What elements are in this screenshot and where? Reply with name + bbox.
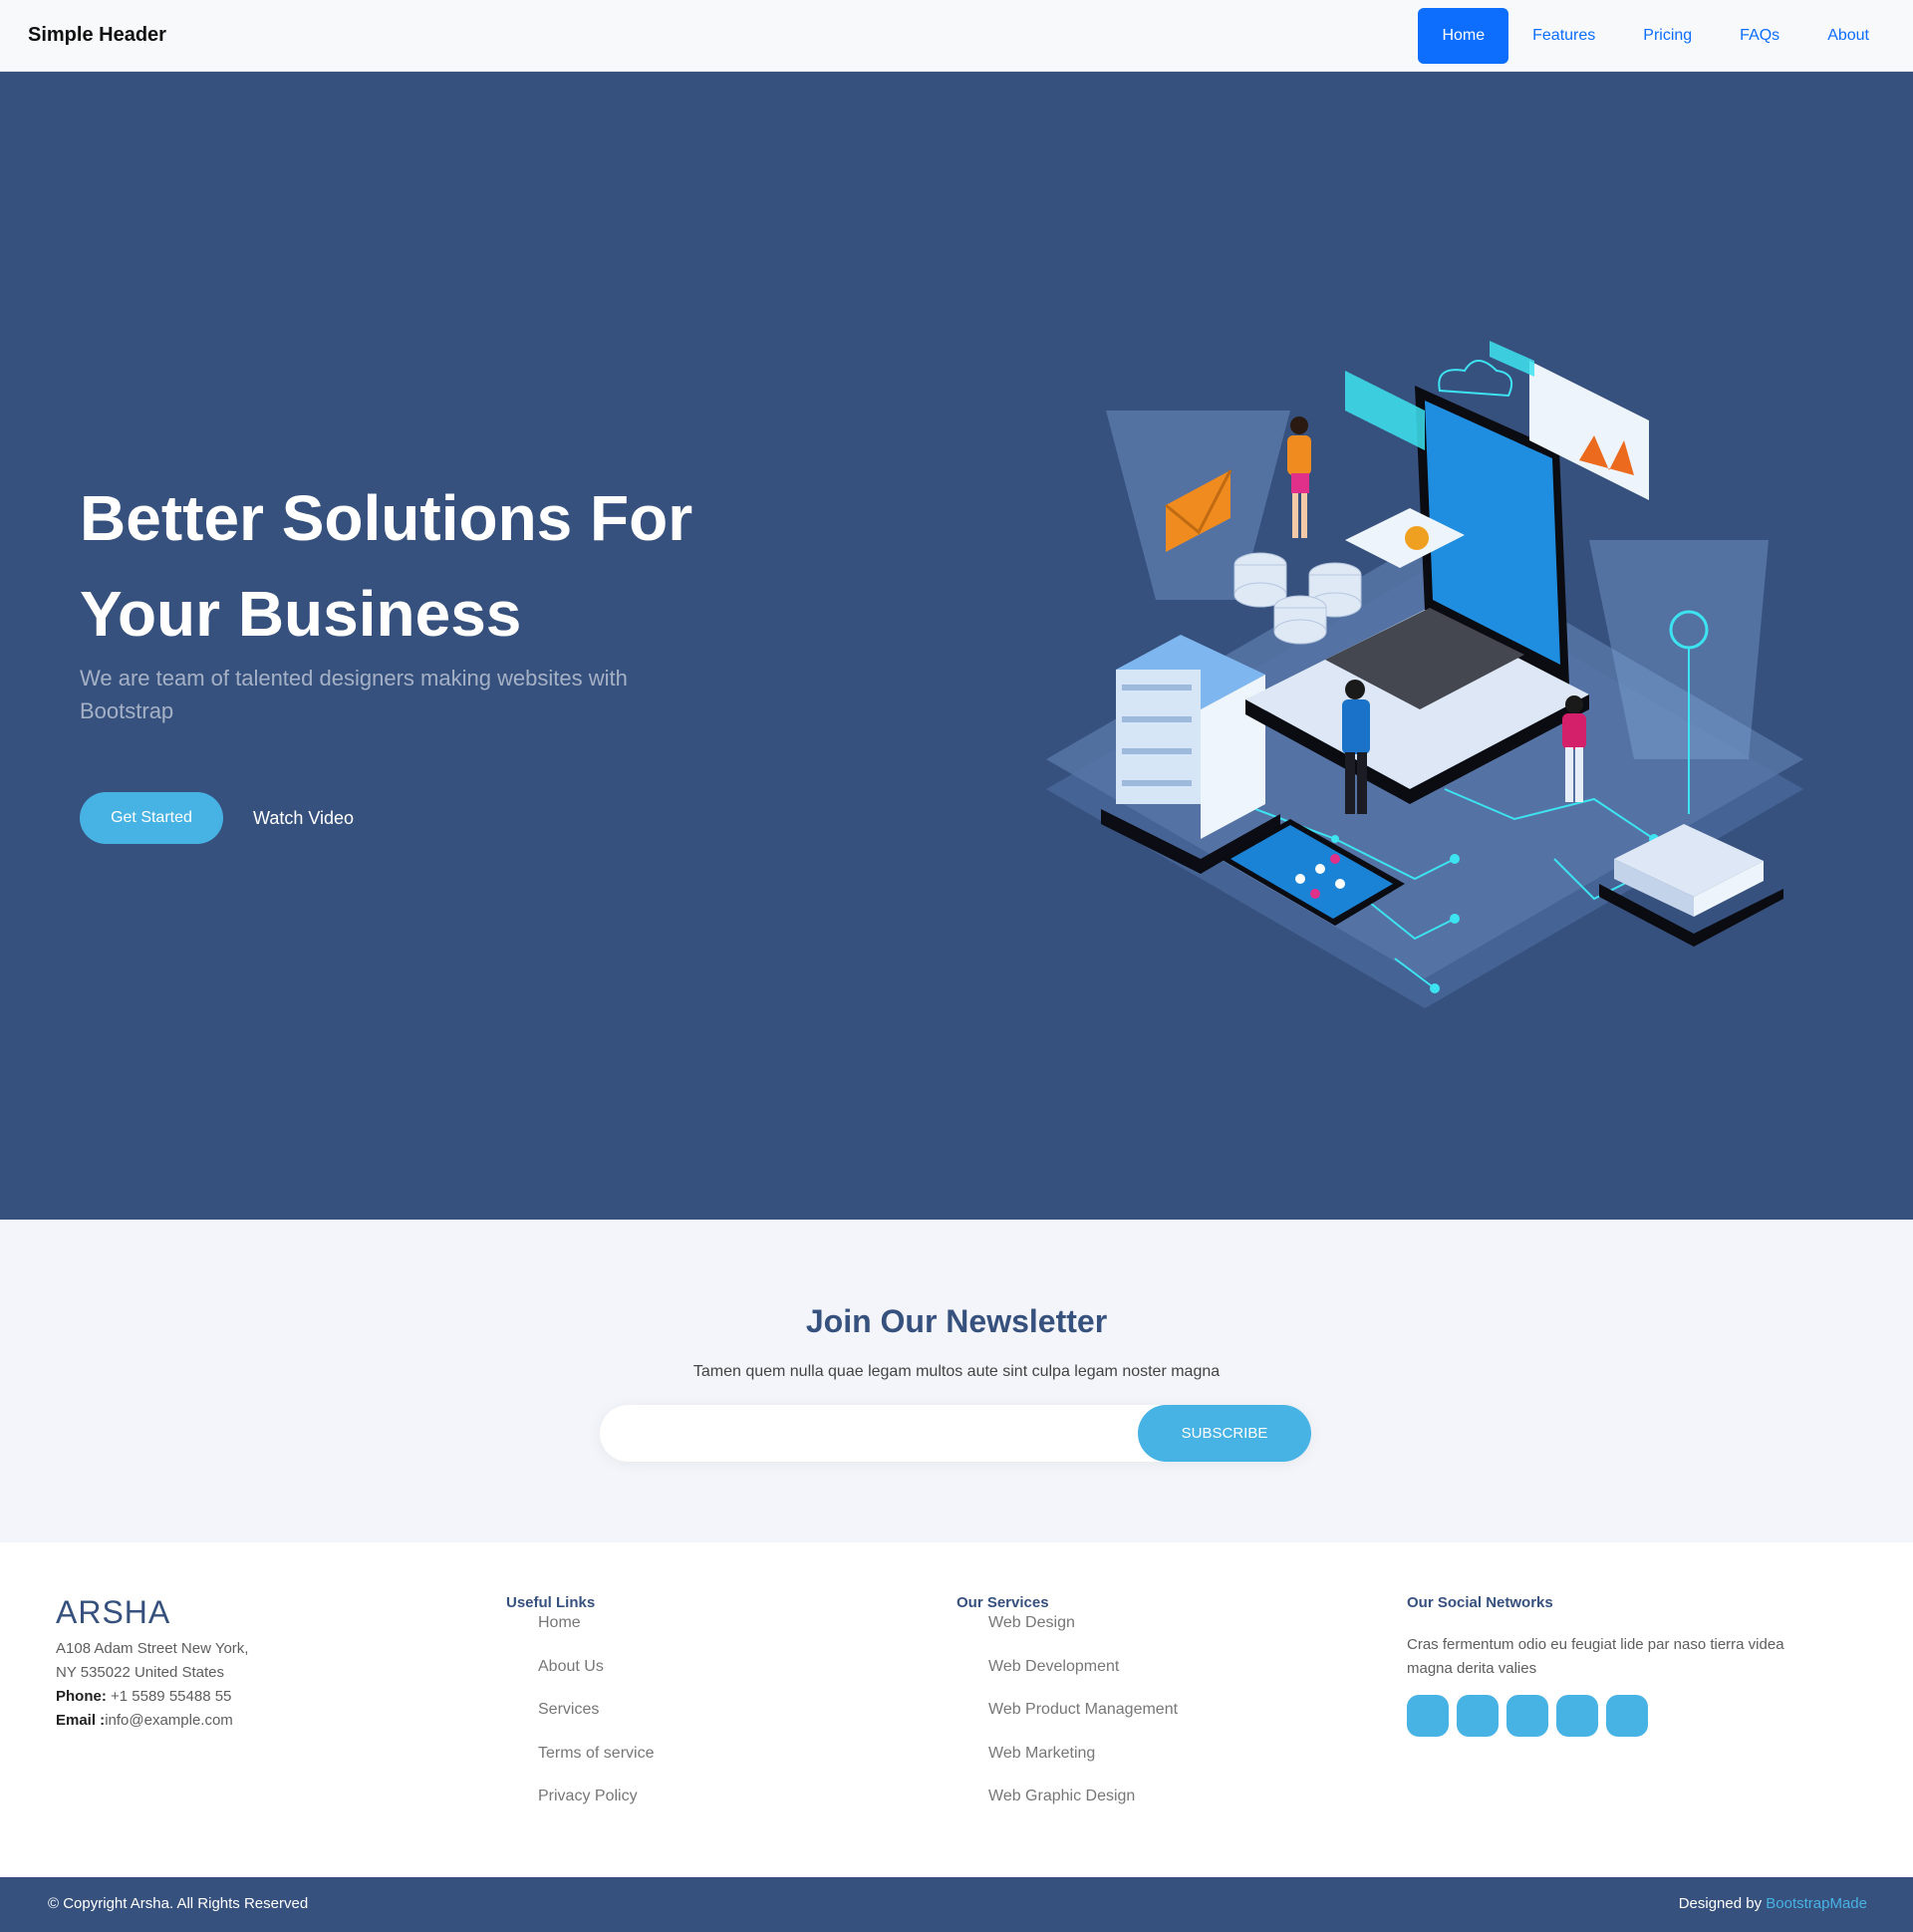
footer-useful-links: Useful Links Home About Us Services Term… (506, 1594, 654, 1828)
credits-link[interactable]: BootstrapMade (1766, 1895, 1867, 1912)
email-value: info@example.com (105, 1712, 233, 1729)
newsletter-section: Join Our Newsletter Tamen quem nulla qua… (0, 1220, 1913, 1542)
email-label: Email : (56, 1712, 106, 1729)
email-row: Email :info@example.com (56, 1709, 248, 1733)
phone-label: Phone: (56, 1688, 107, 1705)
newsletter-email-input[interactable] (624, 1419, 1122, 1449)
hero-illustration (1046, 341, 1803, 1008)
address-line-1: A108 Adam Street New York, (56, 1640, 249, 1657)
nav-pricing[interactable]: Pricing (1619, 8, 1716, 64)
nav-features[interactable]: Features (1508, 8, 1619, 64)
footer-link-services[interactable]: Services (538, 1698, 654, 1742)
phone-row: Phone: +1 5589 55488 55 (56, 1685, 248, 1709)
footer-services: Our Services Web Design Web Development … (956, 1594, 1178, 1828)
service-web-design[interactable]: Web Design (988, 1611, 1178, 1655)
nav-home[interactable]: Home (1418, 8, 1509, 64)
footer-link-terms[interactable]: Terms of service (538, 1742, 654, 1786)
watch-video-link[interactable]: Watch Video (253, 792, 354, 844)
footer-link-home[interactable]: Home (538, 1611, 654, 1655)
address-line-2: NY 535022 United States (56, 1664, 225, 1681)
services-title: Our Services (956, 1594, 1049, 1611)
social-icon-2[interactable] (1457, 1695, 1499, 1737)
copyright-text: © Copyright Arsha. All Rights Reserved (48, 1895, 309, 1912)
social-text: Cras fermentum odio eu feugiat lide par … (1407, 1636, 1784, 1677)
hero-title: Better Solutions For Your Business (80, 482, 693, 650)
subscribe-button[interactable]: SUBSCRIBE (1138, 1405, 1311, 1462)
footer-logo[interactable]: ARSHA (56, 1594, 248, 1631)
get-started-button[interactable]: Get Started (80, 792, 223, 844)
hero-section: Better Solutions For Your Business We ar… (0, 72, 1913, 1220)
newsletter-text: Tamen quem nulla quae legam multos aute … (692, 1363, 1221, 1380)
phone-value: +1 5589 55488 55 (111, 1688, 232, 1705)
copyright-bar: © Copyright Arsha. All Rights Reserved D… (0, 1877, 1913, 1932)
social-title: Our Social Networks (1407, 1594, 1553, 1611)
newsletter-title: Join Our Newsletter (805, 1303, 1108, 1339)
brand-title[interactable]: Simple Header (28, 24, 166, 47)
service-product-management[interactable]: Web Product Management (988, 1698, 1178, 1742)
nav-menu: Home Features Pricing FAQs About (1418, 8, 1893, 64)
social-icon-1[interactable] (1407, 1695, 1449, 1737)
footer-contact: ARSHA A108 Adam Street New York, NY 5350… (56, 1594, 248, 1733)
nav-faqs[interactable]: FAQs (1716, 8, 1803, 64)
useful-links-title: Useful Links (506, 1594, 596, 1611)
service-graphic-design[interactable]: Web Graphic Design (988, 1785, 1178, 1828)
footer-link-about[interactable]: About Us (538, 1655, 654, 1699)
social-icon-5[interactable] (1606, 1695, 1648, 1737)
top-navbar: Simple Header Home Features Pricing FAQs… (0, 0, 1913, 72)
footer-link-privacy[interactable]: Privacy Policy (538, 1785, 654, 1828)
credits: Designed by BootstrapMade (1679, 1895, 1867, 1912)
hero-subtitle: We are team of talented designers making… (80, 666, 628, 723)
credits-prefix: Designed by (1678, 1895, 1763, 1912)
service-web-marketing[interactable]: Web Marketing (988, 1742, 1178, 1786)
social-icon-4[interactable] (1556, 1695, 1598, 1737)
newsletter-form: SUBSCRIBE (600, 1405, 1311, 1462)
social-buttons (1407, 1695, 1825, 1737)
footer-social: Our Social Networks Cras fermentum odio … (1407, 1594, 1825, 1737)
footer-address: A108 Adam Street New York, NY 535022 Uni… (56, 1637, 248, 1733)
service-web-development[interactable]: Web Development (988, 1655, 1178, 1699)
social-icon-3[interactable] (1506, 1695, 1548, 1737)
footer: ARSHA A108 Adam Street New York, NY 5350… (0, 1542, 1913, 1877)
nav-about[interactable]: About (1803, 8, 1893, 64)
